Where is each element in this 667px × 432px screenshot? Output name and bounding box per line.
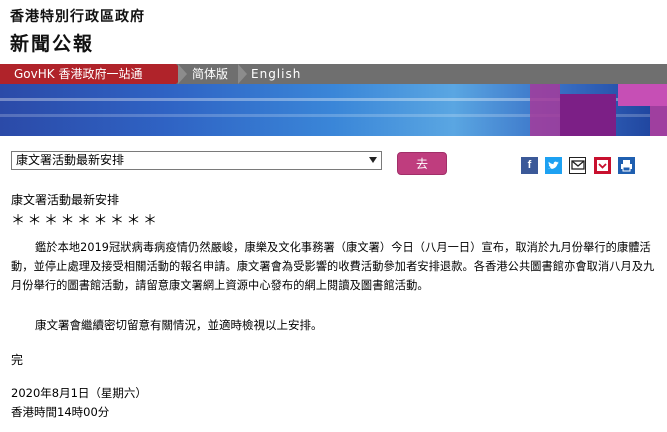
release-time: 香港時間14時00分 bbox=[11, 405, 110, 419]
article-paragraph-1: 鑑於本地2019冠狀病毒病疫情仍然嚴峻，康樂及文化事務署（康文署）今日（八月一日… bbox=[11, 241, 655, 292]
banner-block bbox=[650, 106, 667, 136]
twitter-icon[interactable] bbox=[545, 157, 562, 174]
nav-separator bbox=[178, 64, 187, 84]
press-releases-title[interactable]: 新聞公報 bbox=[10, 29, 94, 56]
nav-separator bbox=[238, 64, 247, 84]
end-mark: 完 bbox=[11, 353, 24, 367]
govhk-link[interactable]: GovHK 香港政府一站通 bbox=[0, 64, 186, 84]
chevron-down-icon bbox=[369, 157, 377, 163]
title-divider-stars: ＊＊＊＊＊＊＊＊＊ bbox=[11, 213, 160, 229]
english-link[interactable]: English bbox=[251, 64, 301, 84]
masthead: 香港特別行政區政府 新聞公報 bbox=[0, 0, 667, 64]
bookmark-icon[interactable] bbox=[594, 157, 611, 174]
print-icon[interactable] bbox=[618, 157, 635, 174]
release-date: 2020年8月1日（星期六） bbox=[11, 386, 147, 400]
select-value: 康文署活動最新安排 bbox=[16, 153, 125, 167]
banner-block bbox=[560, 94, 616, 136]
article-title: 康文署活動最新安排 bbox=[11, 193, 120, 207]
go-button[interactable]: 去 bbox=[397, 152, 447, 175]
facebook-icon[interactable]: f bbox=[521, 157, 538, 174]
email-icon[interactable] bbox=[569, 157, 586, 174]
banner-block bbox=[618, 84, 667, 106]
press-release-select[interactable]: 康文署活動最新安排 bbox=[11, 151, 382, 170]
simplified-chinese-link[interactable]: 简体版 bbox=[192, 64, 228, 84]
banner-block bbox=[530, 84, 560, 136]
nav-bar: GovHK 香港政府一站通 简体版 English bbox=[0, 64, 667, 84]
header-banner bbox=[0, 84, 667, 136]
article-paragraph-2: 康文署會繼續密切留意有關情況，並適時檢視以上安排。 bbox=[35, 318, 323, 332]
government-name: 香港特別行政區政府 bbox=[10, 9, 145, 25]
